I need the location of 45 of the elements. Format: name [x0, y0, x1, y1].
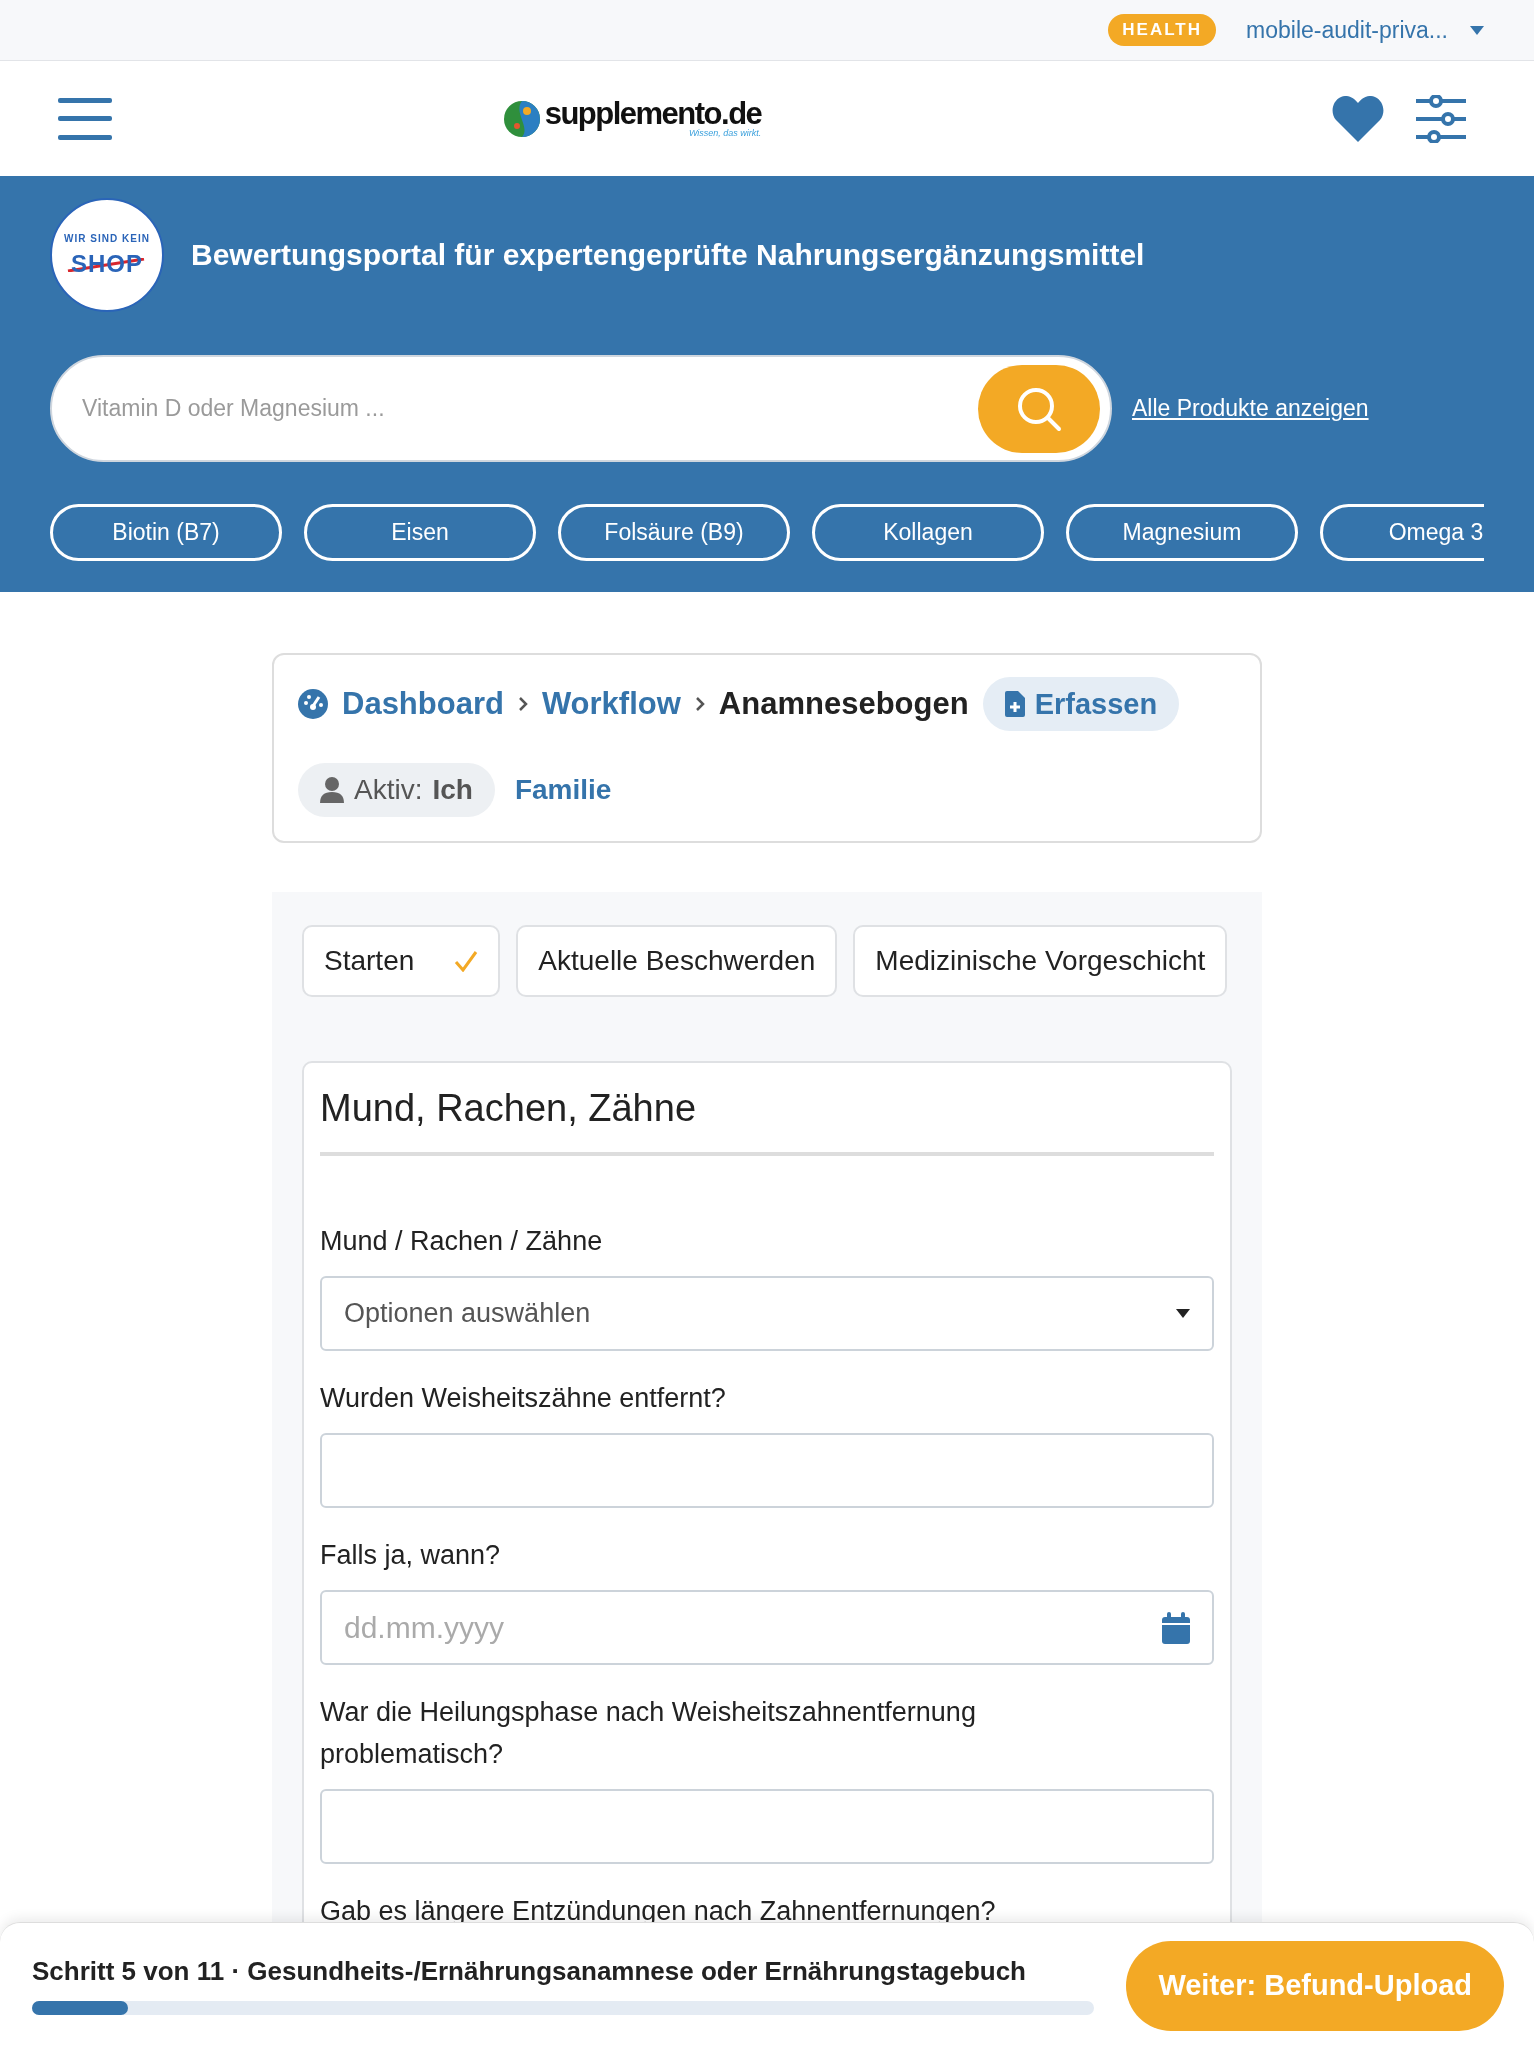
- breadcrumb-current: Anamnesebogen: [718, 686, 969, 722]
- capture-button[interactable]: Erfassen: [982, 677, 1180, 731]
- filter-icon[interactable]: [1416, 94, 1466, 143]
- banner-title: Bewertungsportal für expertengeprüfte Nahrungsergänzungsmittel: [191, 238, 1145, 272]
- category-chip[interactable]: Folsäure (B9): [558, 504, 790, 561]
- caret-icon: [1470, 25, 1484, 35]
- file-plus-icon: [1004, 691, 1025, 717]
- step-tab[interactable]: Medizinische Vorgeschicht: [853, 925, 1228, 997]
- field-label: Falls ja, wann?: [320, 1539, 502, 1572]
- field-label: Mund / Rachen / Zähne: [320, 1225, 604, 1258]
- logo-text: supplemento.de: [544, 99, 762, 129]
- step-text: Schritt 5 von 11 · Gesundheits-/Ernährungsanamnese oder Ernährungstagebuch: [32, 1956, 1027, 1987]
- caret-icon: [1176, 1309, 1190, 1318]
- chevron-icon: [694, 696, 705, 712]
- breadcrumb-link[interactable]: Dashboard: [342, 686, 504, 722]
- logo-icon: [502, 99, 541, 138]
- search-icon: [1016, 385, 1062, 432]
- category-chip[interactable]: Biotin (B7): [50, 504, 282, 561]
- input-field[interactable]: [320, 1789, 1214, 1864]
- heart-icon[interactable]: [1332, 95, 1384, 142]
- account-menu[interactable]: mobile-audit-priva...: [1246, 16, 1484, 44]
- select-field[interactable]: Optionen auswählen: [320, 1276, 1214, 1351]
- person-icon: [320, 777, 344, 803]
- chevron-icon: [517, 696, 528, 712]
- check-icon: [454, 950, 479, 972]
- calendar-icon: [1162, 1611, 1190, 1644]
- step-tab[interactable]: Aktuelle Beschwerden: [516, 925, 838, 997]
- form-title: Mund, Rachen, Zähne: [320, 1083, 1214, 1156]
- field-label: Wurden Weisheitszähne entfernt?: [320, 1382, 727, 1415]
- dashboard-icon: [298, 689, 328, 719]
- category-chip[interactable]: Omega 3: [1320, 504, 1484, 561]
- category-chip[interactable]: Eisen: [304, 504, 536, 561]
- active-profile[interactable]: Aktiv: Ich: [298, 763, 495, 817]
- all-products-link[interactable]: Alle Produkte anzeigen: [1132, 395, 1369, 422]
- field-label: War die Heilungsphase nach Weisheitszahnentfernung problematisch?: [320, 1696, 977, 1771]
- profile-link[interactable]: Familie: [514, 774, 612, 806]
- step-tab[interactable]: Starten: [302, 925, 501, 997]
- category-chip[interactable]: Kollagen: [812, 504, 1044, 561]
- category-badge: HEALTH: [1108, 14, 1217, 46]
- logo-tagline: Wissen, das wirkt.: [688, 129, 762, 138]
- menu-icon[interactable]: [58, 97, 112, 140]
- input-field[interactable]: [320, 1433, 1214, 1508]
- category-chip[interactable]: Magnesium: [1066, 504, 1298, 561]
- field-label: Gab es längere Entzündungen nach Zahnentfernungen?: [320, 1895, 997, 1928]
- breadcrumb-link[interactable]: Workflow: [541, 686, 681, 722]
